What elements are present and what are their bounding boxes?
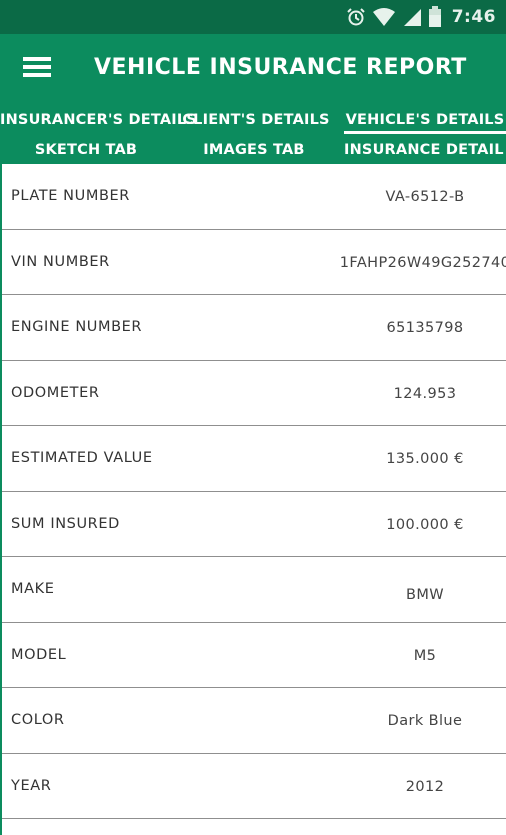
- alarm-icon: [346, 7, 366, 27]
- detail-row-plate-number: PLATE NUMBER VA-6512-B: [2, 164, 506, 230]
- field-label: PLATE NUMBER: [11, 188, 130, 204]
- field-value: Dark Blue: [387, 713, 463, 729]
- field-value: M5: [413, 647, 437, 664]
- field-value: VA-6512-B: [385, 189, 465, 205]
- tab-vehicle-details[interactable]: VEHICLE'S DETAILS: [344, 108, 506, 134]
- field-value: 65135798: [386, 320, 464, 336]
- detail-row-odometer: ODOMETER 124.953: [2, 361, 506, 426]
- detail-row-year: YEAR 2012: [2, 754, 506, 819]
- field-label: YEAR: [11, 777, 52, 794]
- tab-sketch[interactable]: SKETCH TAB: [0, 138, 172, 162]
- detail-row-model: MODEL M5: [2, 623, 506, 688]
- tab-insurance-detail[interactable]: INSURANCE DETAIL: [344, 138, 503, 162]
- detail-row-estimated-value: ESTIMATED VALUE 135.000 €: [2, 426, 506, 492]
- field-value: BMW: [406, 587, 444, 603]
- hamburger-menu-icon[interactable]: [0, 34, 74, 100]
- tab-client-details[interactable]: CLIENT'S DETAILS: [182, 108, 330, 132]
- tab-insurer-details[interactable]: INSURANCER'S DETAILS: [0, 108, 197, 132]
- status-bar: 7:46: [0, 0, 506, 34]
- detail-row-sum-insured: SUM INSURED 100.000 €: [2, 492, 506, 557]
- field-label: ENGINE NUMBER: [11, 319, 143, 335]
- field-value: 1FAHP26W49G252740: [339, 254, 506, 271]
- vehicle-details-list: PLATE NUMBER VA-6512-B VIN NUMBER 1FAHP2…: [0, 164, 506, 835]
- field-value: 124.953: [393, 385, 457, 402]
- battery-icon: [428, 6, 442, 28]
- field-value: 135.000 €: [386, 451, 464, 467]
- detail-row-vin-number: VIN NUMBER 1FAHP26W49G252740: [2, 230, 506, 295]
- signal-icon: [402, 7, 422, 27]
- page-title: VEHICLE INSURANCE REPORT: [94, 54, 467, 80]
- field-label: MAKE: [11, 581, 55, 597]
- field-label: VIN NUMBER: [11, 253, 110, 270]
- status-time: 7:46: [451, 7, 496, 27]
- field-value: 100.000 €: [386, 516, 464, 533]
- field-label: ESTIMATED VALUE: [11, 450, 153, 466]
- detail-row-color: COLOR Dark Blue: [2, 688, 506, 754]
- field-value: 2012: [405, 778, 445, 795]
- detail-row-engine-number: ENGINE NUMBER 65135798: [2, 295, 506, 361]
- field-label: COLOR: [11, 712, 65, 728]
- field-label: MODEL: [11, 646, 67, 663]
- tab-bar: INSURANCER'S DETAILS CLIENT'S DETAILS VE…: [0, 100, 506, 164]
- field-label: SUM INSURED: [11, 515, 120, 532]
- detail-row-make: MAKE BMW: [2, 557, 506, 623]
- tab-images[interactable]: IMAGES TAB: [180, 138, 328, 162]
- app-bar: VEHICLE INSURANCE REPORT: [0, 34, 506, 100]
- wifi-icon: [372, 7, 396, 27]
- field-label: ODOMETER: [11, 384, 100, 401]
